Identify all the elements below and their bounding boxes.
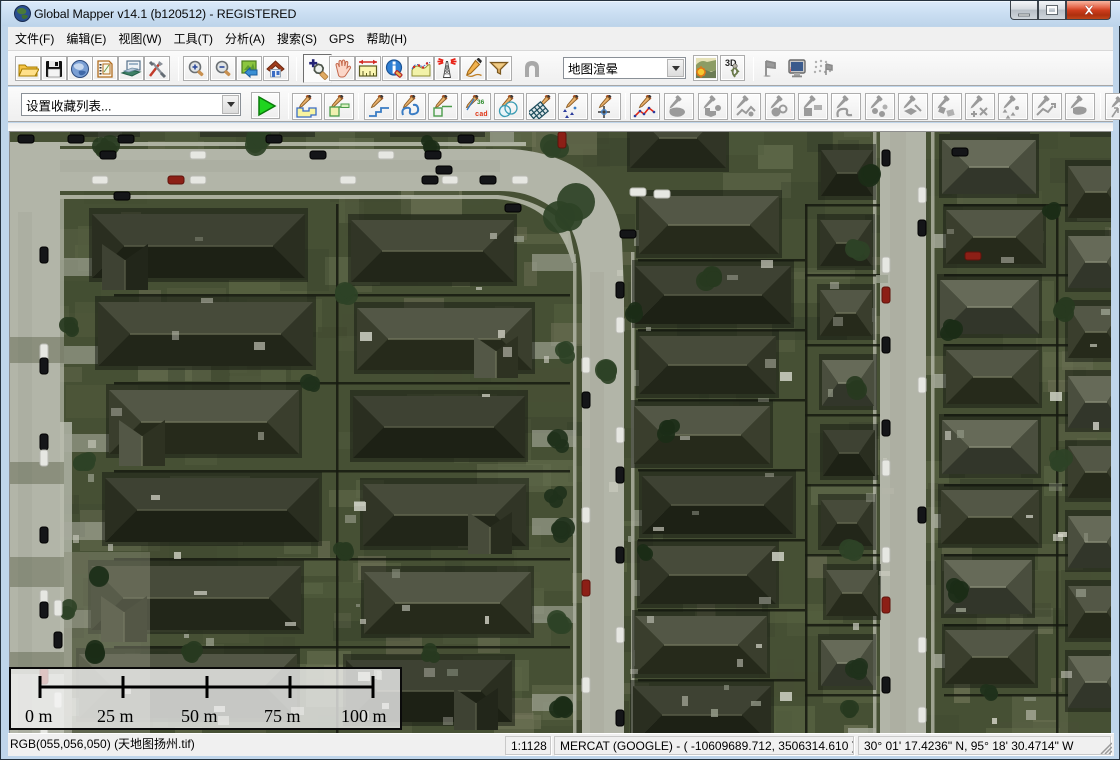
svg-text:cado: cado bbox=[475, 111, 488, 119]
svg-text:36: 36 bbox=[477, 99, 485, 106]
svg-text:i: i bbox=[790, 68, 791, 74]
